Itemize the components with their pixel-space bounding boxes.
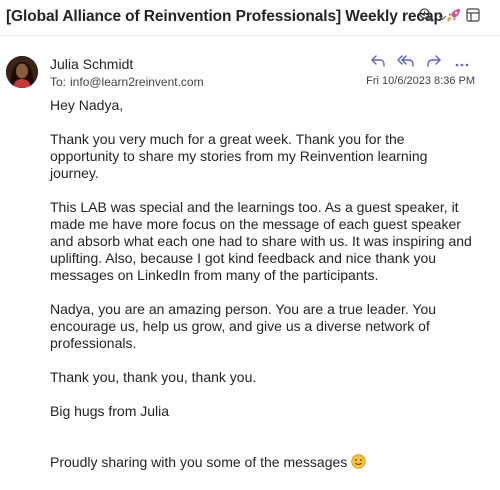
closing-text: Proudly sharing with you some of the mes… <box>50 454 348 470</box>
recipient-line: To: info@learn2reinvent.com <box>50 75 204 89</box>
reply-button[interactable] <box>366 52 390 74</box>
popout-icon <box>466 7 480 27</box>
to-label: To: <box>50 75 67 89</box>
body-paragraph: Nadya, you are an amazing person. You ar… <box>50 301 437 351</box>
chevron-down-icon <box>438 8 447 26</box>
message-header-bar: [Global Alliance of Reinvention Professi… <box>0 0 500 34</box>
header-divider <box>0 35 500 36</box>
reply-all-icon <box>397 54 415 73</box>
sender-name[interactable]: Julia Schmidt <box>50 56 133 72</box>
more-icon <box>455 54 469 72</box>
avatar[interactable] <box>6 56 38 88</box>
zoom-button[interactable] <box>418 6 454 28</box>
more-actions-button[interactable] <box>450 52 474 74</box>
greeting: Hey Nadya, <box>50 97 124 113</box>
email-subject: [Global Alliance of Reinvention Professi… <box>6 7 462 28</box>
reply-icon <box>370 54 386 73</box>
forward-button[interactable] <box>422 52 446 74</box>
body-paragraph: Thank you, thank you, thank you. <box>50 369 257 385</box>
recipient-address[interactable]: info@learn2reinvent.com <box>70 75 204 89</box>
message-actions <box>366 52 474 74</box>
subject-text: [Global Alliance of Reinvention Professi… <box>6 8 443 25</box>
popout-button[interactable] <box>462 6 484 28</box>
reply-all-button[interactable] <box>394 52 418 74</box>
email-body: Hey Nadya, Thank you very much for a gre… <box>50 97 475 490</box>
smiley-icon <box>351 454 366 473</box>
email-date: Fri 10/6/2023 8:36 PM <box>366 75 475 87</box>
body-paragraph: Thank you very much for a great week. Th… <box>50 131 428 181</box>
signoff: Big hugs from Julia <box>50 403 170 419</box>
zoom-icon <box>418 7 434 28</box>
forward-icon <box>426 54 442 73</box>
body-paragraph: This LAB was special and the learnings t… <box>50 199 472 283</box>
body-paragraph-closing: Proudly sharing with you some of the mes… <box>50 454 475 473</box>
